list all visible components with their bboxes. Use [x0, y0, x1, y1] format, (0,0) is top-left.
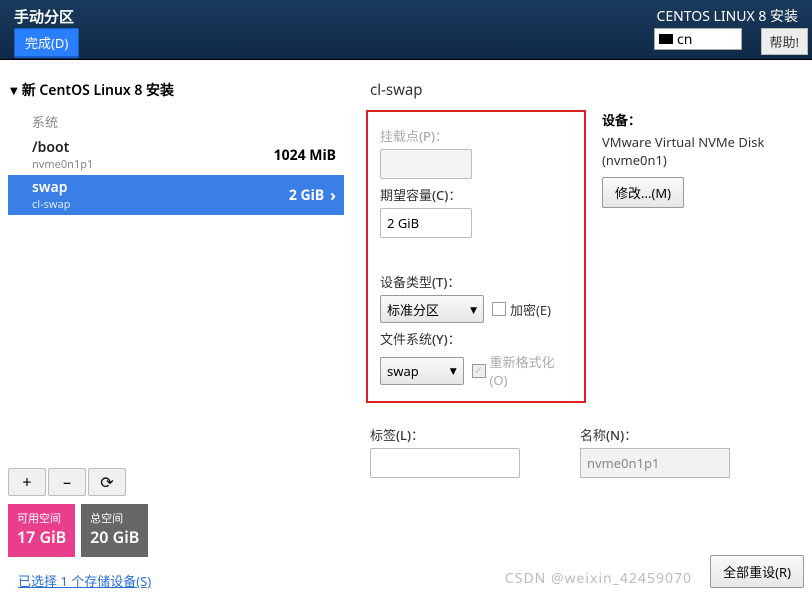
devtype-combo[interactable]: 标准分区 ▼: [380, 295, 484, 323]
filesystem-label: 文件系统(Y)：: [380, 329, 572, 348]
installer-title: CENTOS LINUX 8 安装: [657, 6, 798, 26]
total-space-label: 总空间: [90, 510, 139, 526]
name-label: 名称(N)：: [580, 425, 730, 444]
tree-root-label: 新 CentOS Linux 8 安装: [22, 80, 174, 100]
detail-title: cl-swap: [366, 80, 804, 100]
devtype-label: 设备类型(T)：: [380, 272, 572, 291]
partition-size: 1024 MiB: [274, 146, 336, 165]
partition-name: /boot: [32, 138, 274, 157]
keyboard-layout-label: cn: [677, 30, 692, 49]
help-button[interactable]: 帮助!: [761, 28, 809, 55]
add-partition-button[interactable]: +: [8, 468, 46, 496]
device-text: VMware Virtual NVMe Disk (nvme0n1): [602, 133, 804, 169]
page-title: 手动分区: [14, 6, 74, 27]
tree-root[interactable]: ▼ 新 CentOS Linux 8 安装: [8, 80, 344, 100]
tag-input[interactable]: [370, 448, 520, 478]
done-button[interactable]: 完成(D): [14, 28, 79, 58]
partition-toolbar: + – ⟳: [8, 468, 344, 496]
reformat-checkbox: ✓ 重新格式化(O): [472, 352, 572, 389]
partition-item-boot[interactable]: /boot nvme0n1p1 1024 MiB: [8, 135, 344, 175]
keyboard-icon: [659, 34, 673, 44]
space-summary: 可用空间 17 GiB 总空间 20 GiB: [8, 504, 344, 557]
remove-partition-button[interactable]: –: [48, 468, 86, 496]
filesystem-value: swap: [387, 362, 419, 380]
collapse-icon: ▼: [10, 83, 18, 97]
partition-name: swap: [32, 178, 289, 197]
checkbox-icon: ✓: [472, 364, 486, 378]
system-group-label: 系统: [32, 112, 344, 131]
devtype-value: 标准分区: [387, 300, 439, 319]
tag-label: 标签(L)：: [370, 425, 520, 444]
checkbox-icon: [492, 302, 506, 316]
encrypt-label: 加密(E): [510, 300, 551, 319]
total-space-box: 总空间 20 GiB: [81, 504, 148, 557]
partition-detail-panel: cl-swap 挂载点(P)： 期望容量(C)： 设备类型(T)： 标准分区 ▼…: [354, 80, 804, 596]
name-input: [580, 448, 730, 478]
encrypt-checkbox[interactable]: 加密(E): [492, 300, 551, 319]
partition-tree-panel: ▼ 新 CentOS Linux 8 安装 系统 /boot nvme0n1p1…: [8, 80, 354, 596]
available-space-value: 17 GiB: [17, 526, 66, 548]
device-column: 设备： VMware Virtual NVMe Disk (nvme0n1) 修…: [602, 110, 804, 403]
partition-device: nvme0n1p1: [32, 157, 274, 172]
mountpoint-label: 挂载点(P)：: [380, 126, 572, 145]
chevron-right-icon: ›: [330, 184, 336, 206]
modify-device-button[interactable]: 修改...(M): [602, 177, 684, 208]
partition-item-swap[interactable]: swap cl-swap 2 GiB ›: [8, 175, 344, 215]
reload-button[interactable]: ⟳: [88, 468, 126, 496]
mountpoint-input[interactable]: [380, 149, 472, 179]
partition-size: 2 GiB: [289, 186, 324, 205]
capacity-label: 期望容量(C)：: [380, 185, 572, 204]
reset-all-button[interactable]: 全部重设(R): [710, 555, 804, 588]
partition-device: cl-swap: [32, 197, 289, 212]
capacity-input[interactable]: [380, 208, 472, 238]
total-space-value: 20 GiB: [90, 526, 139, 548]
top-bar: 手动分区 CENTOS LINUX 8 安装 完成(D) cn 帮助!: [0, 0, 812, 60]
storage-devices-link[interactable]: 已选择 1 个存储设备(S): [18, 571, 344, 590]
main-content: ▼ 新 CentOS Linux 8 安装 系统 /boot nvme0n1p1…: [0, 60, 812, 596]
available-space-box: 可用空间 17 GiB: [8, 504, 75, 557]
reformat-label: 重新格式化(O): [490, 352, 572, 389]
highlighted-settings: 挂载点(P)： 期望容量(C)： 设备类型(T)： 标准分区 ▼ 加密(E): [366, 110, 586, 403]
keyboard-layout-indicator[interactable]: cn: [654, 28, 742, 50]
device-heading: 设备：: [602, 110, 804, 129]
chevron-down-icon: ▼: [450, 364, 457, 377]
chevron-down-icon: ▼: [470, 303, 477, 316]
available-space-label: 可用空间: [17, 510, 66, 526]
filesystem-combo[interactable]: swap ▼: [380, 357, 464, 385]
